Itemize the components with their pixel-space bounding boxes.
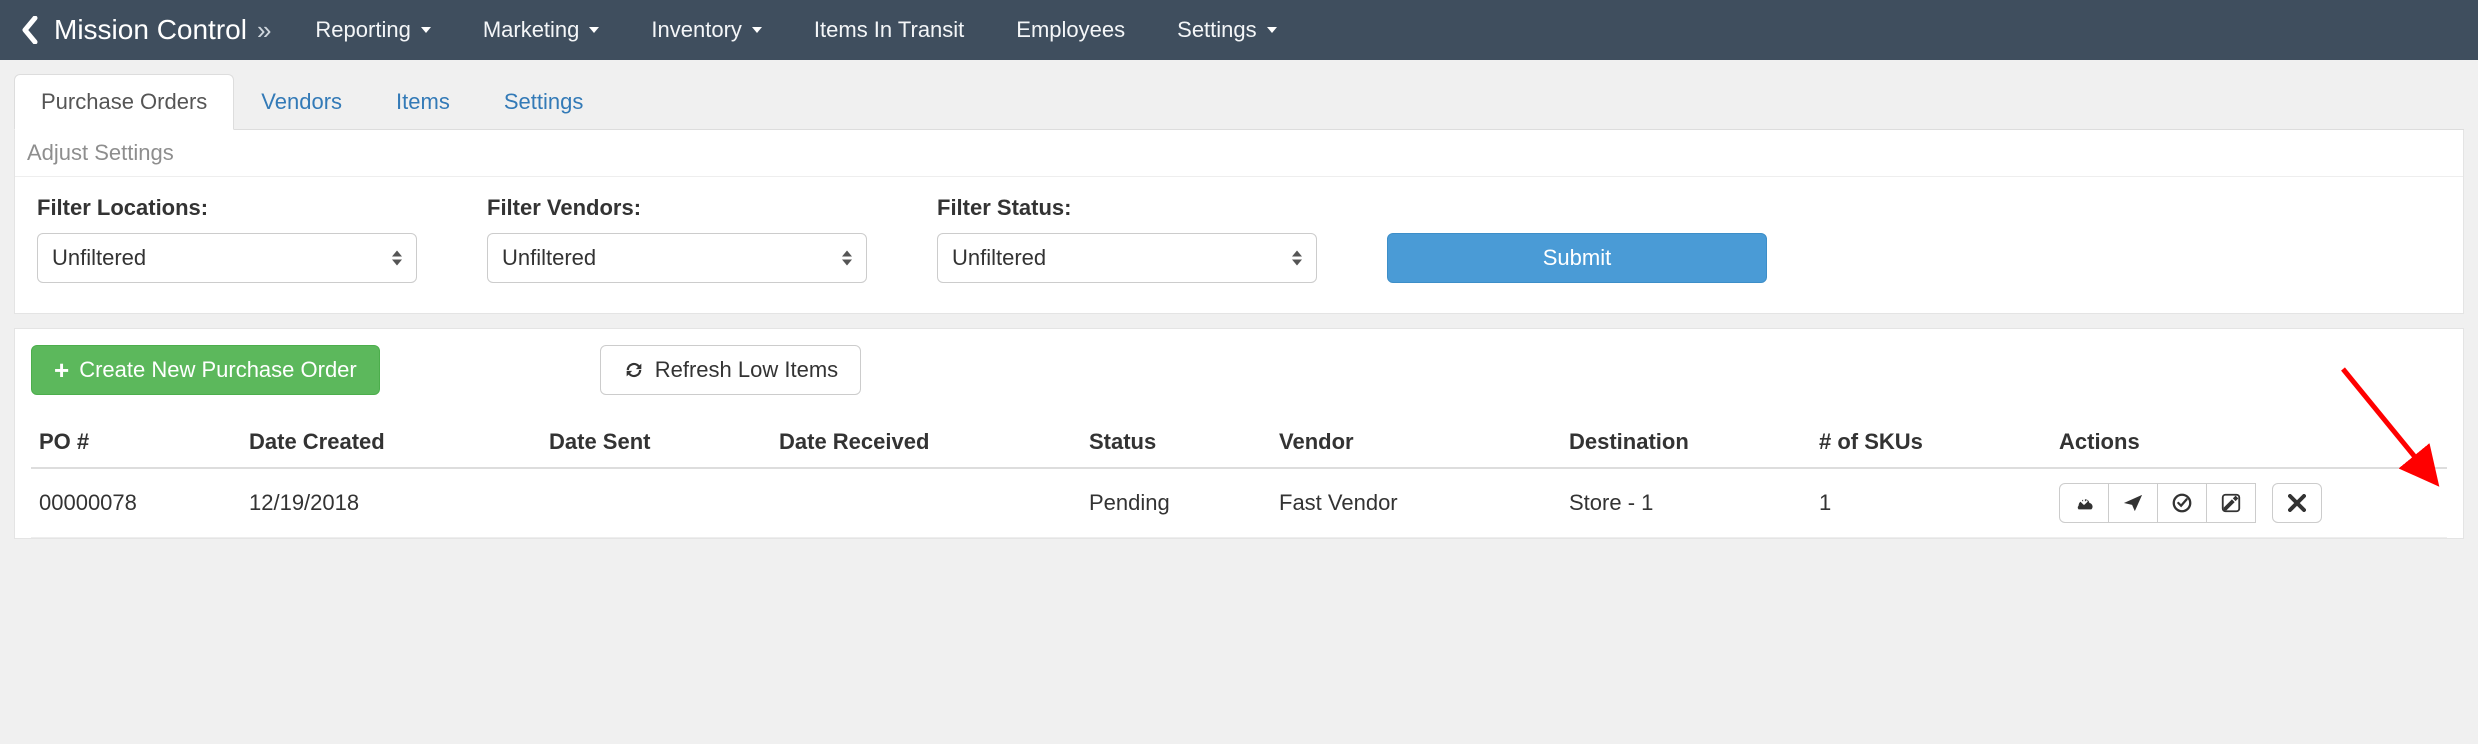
col-date-created: Date Created	[241, 417, 541, 468]
chevron-left-icon	[21, 16, 39, 44]
tab-vendors[interactable]: Vendors	[234, 74, 369, 130]
complete-button[interactable]	[2157, 483, 2207, 523]
cell-sent	[541, 468, 771, 538]
panel-subhead: Adjust Settings	[15, 130, 2463, 177]
caret-down-icon	[421, 27, 431, 33]
row-actions	[2059, 483, 2439, 523]
cell-received	[771, 468, 1081, 538]
tab-label: Purchase Orders	[41, 89, 207, 114]
brand-title[interactable]: Mission Control »	[50, 14, 289, 46]
filter-status-label: Filter Status:	[937, 195, 1317, 221]
nav-settings[interactable]: Settings	[1151, 0, 1303, 60]
po-table: PO # Date Created Date Sent Date Receive…	[31, 417, 2447, 538]
tabstrip: Purchase Orders Vendors Items Settings	[14, 74, 2464, 130]
edit-icon	[2220, 492, 2242, 514]
tab-label: Vendors	[261, 89, 342, 114]
close-icon	[2288, 494, 2306, 512]
tab-label: Items	[396, 89, 450, 114]
check-circle-icon	[2171, 492, 2193, 514]
raquo-icon: »	[257, 15, 271, 46]
send-button[interactable]	[2108, 483, 2158, 523]
nav-marketing[interactable]: Marketing	[457, 0, 626, 60]
caret-down-icon	[752, 27, 762, 33]
col-destination: Destination	[1561, 417, 1811, 468]
col-date-sent: Date Sent	[541, 417, 771, 468]
button-label: Refresh Low Items	[655, 357, 838, 383]
select-value: Unfiltered	[502, 245, 596, 271]
cell-vendor: Fast Vendor	[1271, 468, 1561, 538]
select-value: Unfiltered	[52, 245, 146, 271]
col-date-received: Date Received	[771, 417, 1081, 468]
nav-label: Employees	[1016, 17, 1125, 43]
nav-items-in-transit[interactable]: Items In Transit	[788, 0, 990, 60]
tab-purchase-orders[interactable]: Purchase Orders	[14, 74, 234, 130]
caret-down-icon	[1267, 27, 1277, 33]
cell-skus: 1	[1811, 468, 2051, 538]
select-value: Unfiltered	[952, 245, 1046, 271]
cell-po: 00000078	[31, 468, 241, 538]
edit-button[interactable]	[2206, 483, 2256, 523]
caret-down-icon	[589, 27, 599, 33]
nav-label: Settings	[1177, 17, 1257, 43]
col-status: Status	[1081, 417, 1271, 468]
submit-button[interactable]: Submit	[1387, 233, 1767, 283]
nav-label: Items In Transit	[814, 17, 964, 43]
nav-inventory[interactable]: Inventory	[625, 0, 788, 60]
filter-locations-select[interactable]: Unfiltered	[37, 233, 417, 283]
send-icon	[2122, 493, 2144, 513]
filter-panel: Adjust Settings Filter Locations: Unfilt…	[14, 130, 2464, 314]
back-button[interactable]	[10, 16, 50, 44]
filter-vendors-select[interactable]: Unfiltered	[487, 233, 867, 283]
brand-text: Mission Control	[54, 14, 247, 46]
select-arrows-icon	[1292, 251, 1302, 266]
cell-status: Pending	[1081, 468, 1271, 538]
select-arrows-icon	[842, 251, 852, 266]
filter-vendors-label: Filter Vendors:	[487, 195, 867, 221]
col-actions: Actions	[2051, 417, 2447, 468]
col-skus: # of SKUs	[1811, 417, 2051, 468]
filter-locations-label: Filter Locations:	[37, 195, 417, 221]
table-row: 00000078 12/19/2018 Pending Fast Vendor …	[31, 468, 2447, 538]
nav-label: Reporting	[315, 17, 410, 43]
top-navbar: Mission Control » Reporting Marketing In…	[0, 0, 2478, 60]
receive-icon	[2073, 493, 2095, 513]
plus-icon: +	[54, 357, 69, 383]
button-label: Create New Purchase Order	[79, 357, 357, 383]
button-label: Submit	[1543, 245, 1611, 271]
tab-settings[interactable]: Settings	[477, 74, 611, 130]
col-po: PO #	[31, 417, 241, 468]
nav-label: Marketing	[483, 17, 580, 43]
nav-reporting[interactable]: Reporting	[289, 0, 456, 60]
nav-employees[interactable]: Employees	[990, 0, 1151, 60]
create-po-button[interactable]: + Create New Purchase Order	[31, 345, 380, 395]
cell-created: 12/19/2018	[241, 468, 541, 538]
tab-label: Settings	[504, 89, 584, 114]
table-panel: + Create New Purchase Order Refresh Low …	[14, 328, 2464, 539]
refresh-icon	[623, 359, 645, 381]
tab-items[interactable]: Items	[369, 74, 477, 130]
nav-label: Inventory	[651, 17, 742, 43]
col-vendor: Vendor	[1271, 417, 1561, 468]
delete-button[interactable]	[2272, 483, 2322, 523]
cell-destination: Store - 1	[1561, 468, 1811, 538]
receive-button[interactable]	[2059, 483, 2109, 523]
refresh-low-items-button[interactable]: Refresh Low Items	[600, 345, 861, 395]
select-arrows-icon	[392, 251, 402, 266]
filter-status-select[interactable]: Unfiltered	[937, 233, 1317, 283]
